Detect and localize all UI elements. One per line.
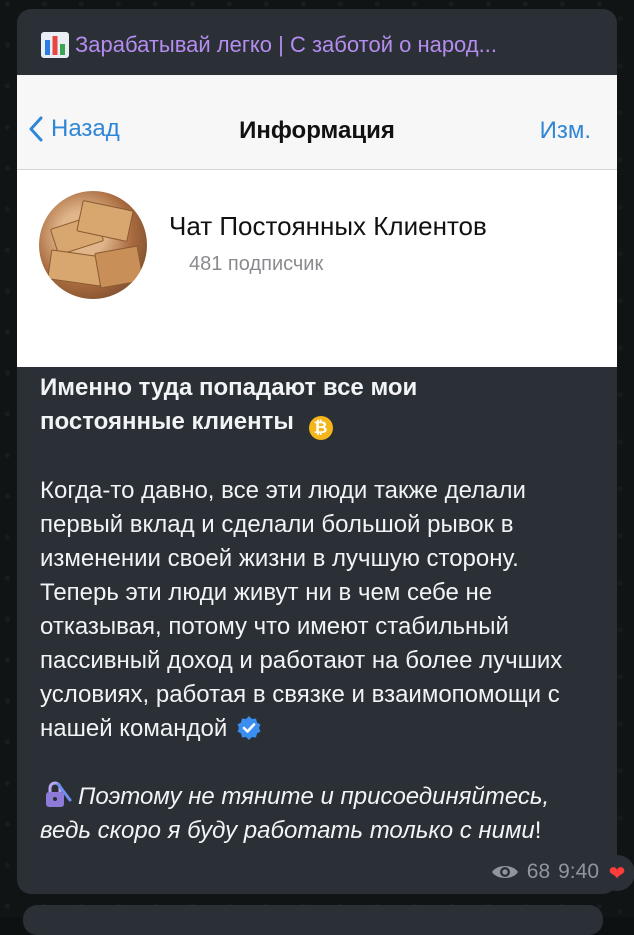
message-heading: Именно туда попадают все мои постоянные … xyxy=(40,371,600,440)
bitcoin-icon: ₿ xyxy=(308,416,333,440)
message-text: Именно туда попадают все мои постоянные … xyxy=(40,371,600,848)
eye-icon xyxy=(491,866,518,878)
heading-line-1: Именно туда попадают все мои xyxy=(40,374,418,401)
lock-icon xyxy=(46,781,72,807)
heading-line-2: постоянные клиенты xyxy=(40,408,294,435)
message-cta: Поэтому не тяните и присоединяйтесь, вед… xyxy=(40,780,600,848)
nav-title: Информация xyxy=(239,117,395,144)
message-bubble[interactable]: Зарабатывай легко | С заботой о народ...… xyxy=(17,9,617,894)
attached-screenshot[interactable]: Назад Информация Изм. Чат Постоянных Кли… xyxy=(17,75,617,367)
bar-chart-icon xyxy=(41,32,69,58)
view-count: 68 xyxy=(526,860,551,883)
channel-title[interactable]: Зарабатывай легко | С заботой о народ... xyxy=(41,25,601,65)
avatar xyxy=(39,191,147,299)
message-time: 9:40 xyxy=(558,860,599,883)
edit-button[interactable]: Изм. xyxy=(540,117,591,145)
chat-name: Чат Постоянных Клиентов xyxy=(169,211,487,241)
screenshot-navbar: Назад Информация Изм. xyxy=(17,75,617,170)
cta-italic-text: Поэтому не тяните и присоединяйтесь, вед… xyxy=(40,783,550,844)
message-meta: 68 9:40 xyxy=(491,860,599,884)
verified-icon xyxy=(237,716,261,740)
body-text: Когда-то давно, все эти люди также делал… xyxy=(40,477,563,742)
heart-icon: ❤ xyxy=(608,862,626,885)
message-body: Когда-то давно, все эти люди также делал… xyxy=(40,474,600,746)
cta-end: ! xyxy=(534,817,542,844)
next-message-bubble[interactable] xyxy=(23,905,603,935)
heart-reaction[interactable]: ❤ xyxy=(599,855,634,891)
subscriber-count: 481 подписчик xyxy=(189,253,324,275)
channel-title-text: Зарабатывай легко | С заботой о народ... xyxy=(75,32,497,57)
